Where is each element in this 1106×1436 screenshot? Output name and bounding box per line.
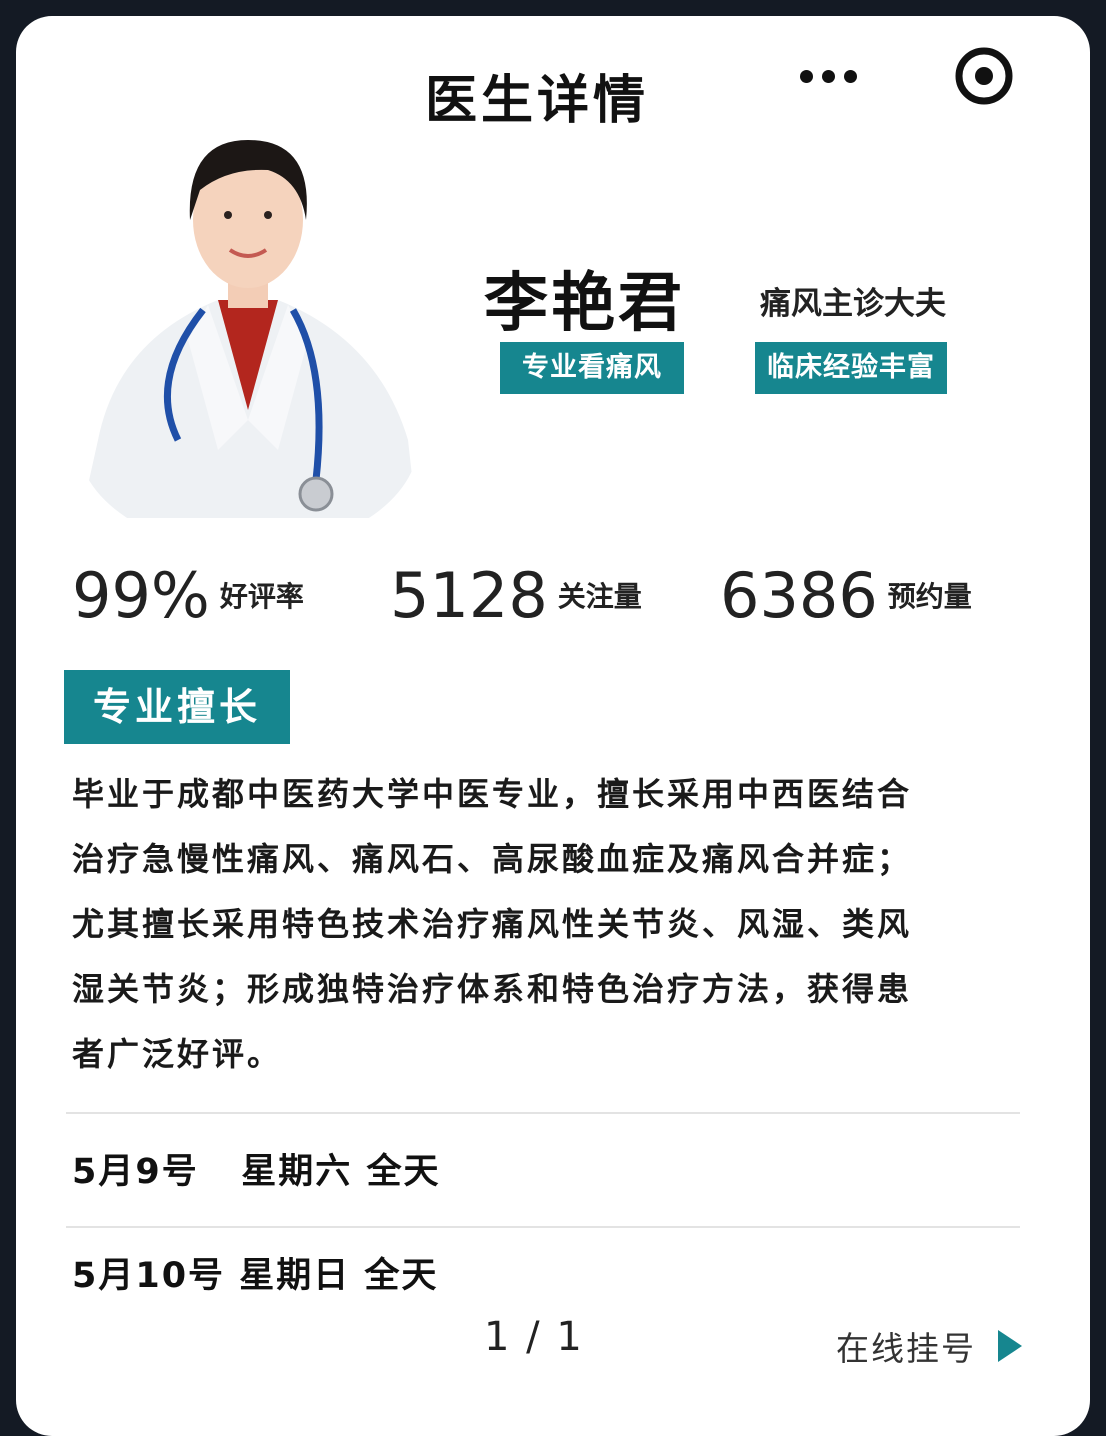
- stat-value: 99%: [72, 559, 210, 632]
- doctor-name: 李艳君: [484, 267, 685, 341]
- description-line: 尤其擅长采用特色技术治疗痛风性关节炎、风湿、类风: [72, 905, 913, 943]
- specialty-heading: 专业擅长: [64, 670, 290, 744]
- target-icon[interactable]: [954, 46, 1014, 106]
- description-line: 毕业于成都中医药大学中医专业，擅长采用中西医结合: [72, 775, 913, 813]
- booking-label: 在线挂号: [836, 1329, 976, 1368]
- description-line: 治疗急慢性痛风、痛风石、高尿酸血症及痛风合并症；: [72, 840, 913, 878]
- stat-label: 预约量: [887, 580, 972, 613]
- description-line: 者广泛好评。: [72, 1035, 283, 1073]
- doctor-role: 痛风主诊大夫: [760, 286, 946, 322]
- stat-label: 好评率: [219, 580, 304, 613]
- stat-label: 关注量: [557, 580, 642, 613]
- stat-appointments: 6386 预约量: [720, 565, 972, 627]
- doctor-photo: [78, 110, 418, 518]
- stat-value: 6386: [720, 559, 878, 632]
- tag-experience: 临床经验丰富: [755, 342, 947, 394]
- schedule-row[interactable]: 5月10号 星期日 全天: [72, 1247, 438, 1298]
- schedule-row[interactable]: 5月9号 星期六 全天: [72, 1143, 440, 1194]
- tag-specialty: 专业看痛风: [500, 342, 684, 394]
- more-dots-icon[interactable]: [800, 66, 864, 86]
- divider: [66, 1112, 1020, 1114]
- stat-rating: 99% 好评率: [72, 565, 304, 627]
- play-arrow-icon: [998, 1330, 1022, 1362]
- online-booking-button[interactable]: 在线挂号: [836, 1322, 1022, 1370]
- stat-follows: 5128 关注量: [390, 565, 642, 627]
- stat-value: 5128: [390, 559, 548, 632]
- description-line: 湿关节炎；形成独特治疗体系和特色治疗方法，获得患: [72, 970, 913, 1008]
- page-indicator: 1 / 1: [484, 1314, 584, 1360]
- specialty-description: 毕业于成都中医药大学中医专业，擅长采用中西医结合 治疗急慢性痛风、痛风石、高尿酸…: [72, 762, 1022, 1087]
- divider: [66, 1226, 1020, 1228]
